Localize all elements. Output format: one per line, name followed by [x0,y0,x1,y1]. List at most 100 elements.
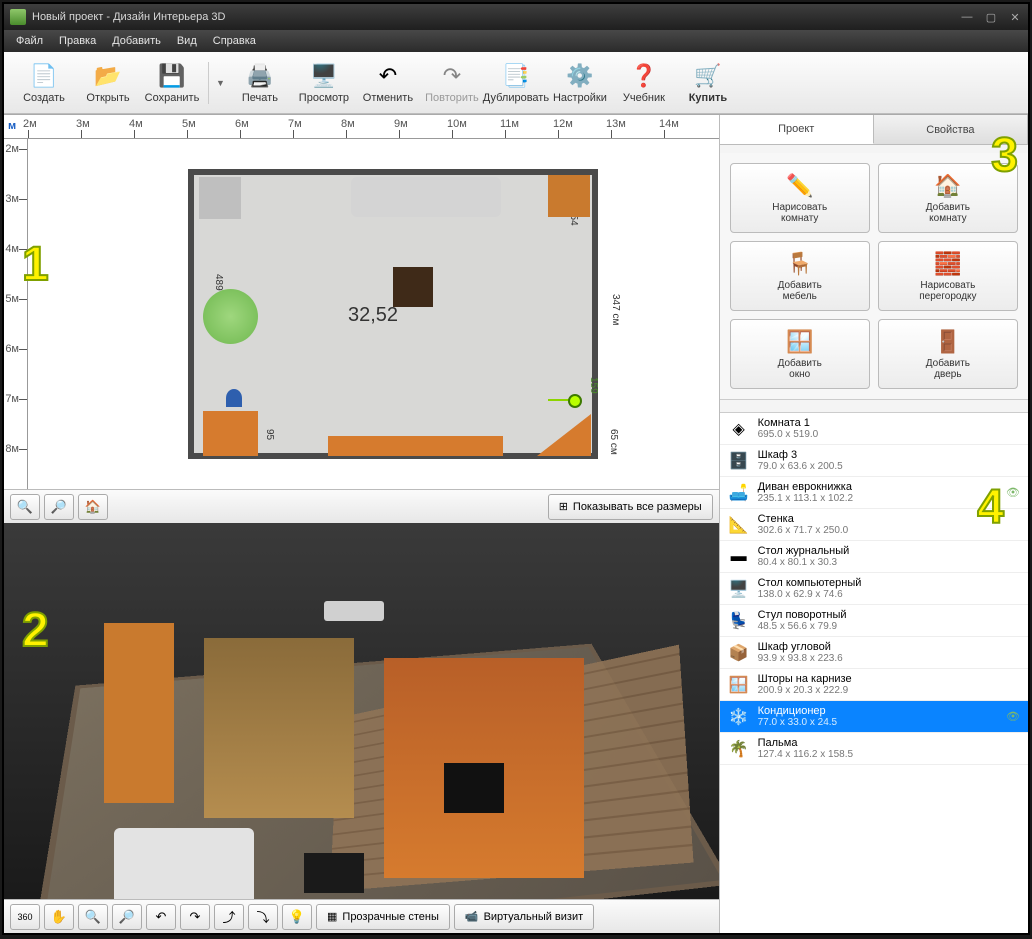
draw-room-button[interactable]: ✏️Нарисоватькомнату [730,163,870,233]
print-button[interactable]: 🖨️Печать [228,55,292,111]
transparent-walls-button[interactable]: ▦ Прозрачные стены [316,904,450,930]
view3d-canvas[interactable] [4,523,719,899]
rotate-right-button[interactable]: ↷ [180,904,210,930]
duplicate-icon: 📑 [501,62,531,90]
sofa[interactable] [328,436,503,456]
scene-item[interactable]: 💺Стул поворотный48.5 x 56.6 x 79.9 [720,605,1028,637]
wall-icon: ▦ [327,910,337,923]
menu-Файл[interactable]: Файл [8,32,51,50]
scene-item[interactable]: 🗄️Шкаф 379.0 x 63.6 x 200.5 [720,445,1028,477]
redo-button[interactable]: ↷Повторить [420,55,484,111]
overlay-badge-2: 2 [22,603,49,658]
menu-Вид[interactable]: Вид [169,32,205,50]
item-icon: 🌴 [728,738,750,760]
help-button[interactable]: ❓Учебник [612,55,676,111]
add-window-button[interactable]: 🪟Добавитьокно [730,319,870,389]
undo-icon: ↶ [373,62,403,90]
settings-icon: ⚙️ [565,62,595,90]
plan-controls: 🔍 🔎 🏠 ⊞ Показывать все размеры [4,489,719,523]
undo-button[interactable]: ↶Отменить [356,55,420,111]
item-icon: 🖥️ [728,578,750,600]
settings-button[interactable]: ⚙️Настройки [548,55,612,111]
draw-wall-icon: 🧱 [933,250,963,278]
project-actions: ✏️Нарисоватькомнату🏠Добавитькомнату🪑Доба… [720,153,1028,400]
close-button[interactable]: ✕ [1008,10,1022,24]
window-title: Новый проект - Дизайн Интерьера 3D [32,11,960,23]
preview-button[interactable]: 🖥️Просмотр [292,55,356,111]
zoom-in-button[interactable]: 🔎 [44,494,74,520]
item-icon: 🗄️ [728,450,750,472]
menu-Справка[interactable]: Справка [205,32,264,50]
wardrobe3d [104,623,174,803]
coffee-table [304,853,364,893]
scene-item[interactable]: ◈Комната 1695.0 x 519.0 [720,413,1028,445]
menubar: ФайлПравкаДобавитьВидСправка [4,30,1028,52]
resize-handle[interactable] [568,394,582,408]
visibility-icon[interactable]: 👁 [1006,486,1020,499]
create-icon: 📄 [29,62,59,90]
view3d-controls: 360 ✋ 🔍 🔎 ↶ ↷ ⤴ ⤵ 💡 ▦ Прозрачные стены 📹… [4,899,719,933]
create-button[interactable]: 📄Создать [12,55,76,111]
tv [444,763,504,813]
sofa3d [114,828,254,899]
item-icon: ◈ [728,418,750,440]
minimize-button[interactable]: — [960,10,974,24]
item-icon: 📐 [728,514,750,536]
buy-icon: 🛒 [693,62,723,90]
zoom-out3d-button[interactable]: 🔍 [78,904,108,930]
home-button[interactable]: 🏠 [78,494,108,520]
overlay-badge-4: 4 [977,480,1004,535]
virtual-visit-button[interactable]: 📹 Виртуальный визит [454,904,594,930]
overlay-badge-3: 3 [991,128,1018,183]
scene-item[interactable]: ❄️Кондиционер77.0 x 33.0 x 24.5👁 [720,701,1028,733]
ruler-vertical: 2м3м4м5м6м7м8м [4,139,28,489]
add-door-button[interactable]: 🚪Добавитьдверь [878,319,1018,389]
duplicate-button[interactable]: 📑Дублировать [484,55,548,111]
add-window-icon: 🪟 [785,328,815,356]
tilt-up-button[interactable]: ⤴ [214,904,244,930]
zoom-in3d-button[interactable]: 🔎 [112,904,142,930]
toolbar-dropdown-icon[interactable]: ▼ [213,55,228,111]
tilt-down-button[interactable]: ⤵ [248,904,278,930]
scene-item[interactable]: 🖥️Стол компьютерный138.0 x 62.9 x 74.6 [720,573,1028,605]
chair[interactable] [226,389,242,407]
item-icon: 📦 [728,642,750,664]
rotate-left-button[interactable]: ↶ [146,904,176,930]
titlebar: Новый проект - Дизайн Интерьера 3D — ▢ ✕ [4,4,1028,30]
couch-top[interactable] [351,177,501,217]
scene-item[interactable]: ▬Стол журнальный80.4 x 80.1 x 30.3 [720,541,1028,573]
scene-item[interactable]: 🌴Пальма127.4 x 116.2 x 158.5 [720,733,1028,765]
maximize-button[interactable]: ▢ [984,10,998,24]
desk[interactable] [203,411,258,456]
open-button[interactable]: 📂Открыть [76,55,140,111]
furniture[interactable] [548,175,590,217]
print-icon: 🖨️ [245,62,275,90]
furniture[interactable] [199,177,241,219]
floorplan-canvas[interactable]: 32,52 582 347 см 154 665 489 95 159 65 с… [28,139,719,489]
show-dimensions-button[interactable]: ⊞ Показывать все размеры [548,494,713,520]
redo-icon: ↷ [437,62,467,90]
save-button[interactable]: 💾Сохранить [140,55,204,111]
toolbar: 📄Создать📂Открыть💾Сохранить▼🖨️Печать🖥️Про… [4,52,1028,114]
ac-unit [324,601,384,621]
rotate360-button[interactable]: 360 [10,904,40,930]
tab-project[interactable]: Проект [720,115,874,144]
scene-item[interactable]: 📦Шкаф угловой93.9 x 93.8 x 223.6 [720,637,1028,669]
zoom-out-button[interactable]: 🔍 [10,494,40,520]
add-furn-button[interactable]: 🪑Добавитьмебель [730,241,870,311]
light-button[interactable]: 💡 [282,904,312,930]
add-room-icon: 🏠 [933,172,963,200]
scene-item[interactable]: 🪟Шторы на карнизе200.9 x 20.3 x 222.9 [720,669,1028,701]
furniture[interactable] [393,267,433,307]
add-furn-icon: 🪑 [785,250,815,278]
pan-button[interactable]: ✋ [44,904,74,930]
menu-Правка[interactable]: Правка [51,32,104,50]
camera-icon: 📹 [465,910,479,923]
draw-wall-button[interactable]: 🧱Нарисоватьперегородку [878,241,1018,311]
buy-button[interactable]: 🛒Купить [676,55,740,111]
plant-object[interactable] [203,289,258,344]
menu-Добавить[interactable]: Добавить [104,32,169,50]
sidebar-tabs: Проект Свойства [720,115,1028,145]
visibility-icon[interactable]: 👁 [1006,710,1020,723]
overlay-badge-1: 1 [22,237,49,292]
